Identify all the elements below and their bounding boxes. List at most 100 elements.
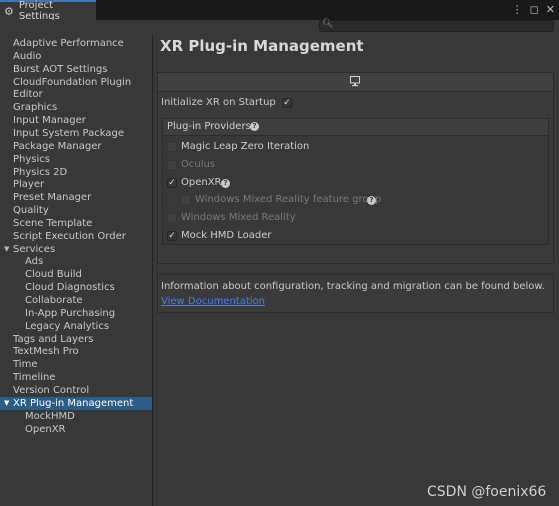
search-box[interactable]: 🔍︎ xyxy=(319,19,554,32)
sidebar-item-label: Script Execution Order xyxy=(13,230,126,242)
sidebar-item[interactable]: TextMesh Pro xyxy=(0,345,152,358)
provider-checkbox xyxy=(167,213,177,223)
sidebar-item[interactable]: Ads xyxy=(0,255,152,268)
provider-label: Mock HMD Loader xyxy=(181,230,272,241)
provider-checkbox[interactable] xyxy=(167,142,177,152)
sidebar-item-label: Physics xyxy=(13,153,50,165)
sidebar-item[interactable]: In-App Purchasing xyxy=(0,307,152,320)
sidebar-item[interactable]: Adaptive Performance xyxy=(0,37,152,50)
sidebar-item[interactable]: ▼ XR Plug-in Management xyxy=(0,396,152,410)
sidebar-item-label: MockHMD xyxy=(25,410,75,422)
plugin-providers-label: Plug-in Providers xyxy=(167,121,251,132)
gear-icon: ⚙ xyxy=(4,4,14,18)
sidebar-item[interactable]: Burst AOT Settings xyxy=(0,63,152,76)
sidebar-item-label: Collaborate xyxy=(25,295,83,306)
sidebar-item-label: Player xyxy=(13,179,45,191)
sidebar-item-label: Cloud Diagnostics xyxy=(25,282,115,294)
sidebar-item-label: Time xyxy=(13,359,38,371)
sidebar-item[interactable]: Editor xyxy=(0,88,152,101)
sidebar-item-label: Input System Package xyxy=(13,127,124,139)
provider-label: Oculus xyxy=(181,159,216,170)
provider-checkbox[interactable]: ✓ xyxy=(167,178,177,188)
sidebar-item-label: Tags and Layers xyxy=(13,333,94,345)
window-tab-bar: ⚙ Project Settings ⋮ ◻ ✕ xyxy=(0,0,559,22)
search-input[interactable] xyxy=(334,21,549,31)
close-icon[interactable]: ✕ xyxy=(546,3,555,16)
sidebar-item-label: Ads xyxy=(25,256,44,268)
sidebar-item-label: CloudFoundation Plugin xyxy=(13,76,132,88)
sidebar-item[interactable]: Timeline xyxy=(0,371,152,384)
provider-label: Windows Mixed Reality xyxy=(181,212,296,223)
provider-checkbox xyxy=(167,160,177,170)
sidebar-item-label: XR Plug-in Management xyxy=(13,397,134,409)
platform-tabs xyxy=(158,73,553,92)
sidebar-item[interactable]: Scene Template xyxy=(0,217,152,230)
sidebar-item-label: Preset Manager xyxy=(13,192,92,204)
sidebar-item[interactable]: Graphics xyxy=(0,101,152,114)
info-text: Information about configuration, trackin… xyxy=(161,281,545,292)
sidebar-item[interactable]: Physics xyxy=(0,153,152,166)
provider-checkbox xyxy=(181,195,191,205)
sidebar-item[interactable]: Version Control xyxy=(0,384,152,397)
sidebar-item-label: Graphics xyxy=(13,102,58,114)
kebab-menu-icon[interactable]: ⋮ xyxy=(512,3,523,16)
xr-settings-panel: Initialize XR on Startup ✓ Plug-in Provi… xyxy=(157,72,554,264)
settings-sidebar: Adaptive Performance Audio Burst AOT Setti… xyxy=(0,34,153,506)
provider-checkbox[interactable]: ✓ xyxy=(167,231,177,241)
sidebar-item-label: Audio xyxy=(13,50,42,62)
sidebar-item-label: Version Control xyxy=(13,384,90,396)
sidebar-item[interactable]: Tags and Layers xyxy=(0,333,152,346)
sidebar-item[interactable]: ▼ Services xyxy=(0,243,152,256)
sidebar-item[interactable]: Time xyxy=(0,358,152,371)
help-icon[interactable]: ? xyxy=(367,196,376,205)
info-panel: Information about configuration, trackin… xyxy=(157,274,554,313)
sidebar-item-label: Timeline xyxy=(13,372,56,384)
sidebar-item-label: Physics 2D xyxy=(13,166,68,178)
sidebar-item-label: Package Manager xyxy=(13,140,102,152)
watermark: CSDN @foenix66 xyxy=(427,484,547,500)
sidebar-item[interactable]: Script Execution Order xyxy=(0,230,152,243)
provider-label: OpenXR xyxy=(181,177,222,188)
sidebar-item[interactable]: Cloud Diagnostics xyxy=(0,281,152,294)
maximize-icon[interactable]: ◻ xyxy=(530,3,539,16)
sidebar-item[interactable]: Preset Manager xyxy=(0,191,152,204)
sidebar-item[interactable]: OpenXR xyxy=(0,423,152,436)
help-icon[interactable]: ? xyxy=(221,179,230,188)
sidebar-item[interactable]: Input System Package xyxy=(0,127,152,140)
page-title: XR Plug-in Management xyxy=(160,37,364,55)
provider-label: Windows Mixed Reality feature group xyxy=(195,194,382,205)
sidebar-item[interactable]: Collaborate xyxy=(0,294,152,307)
sidebar-item-label: Burst AOT Settings xyxy=(13,63,108,75)
sidebar-item[interactable]: Player xyxy=(0,178,152,191)
view-documentation-link[interactable]: View Documentation xyxy=(161,296,265,307)
help-icon[interactable]: ? xyxy=(250,122,259,131)
sidebar-item[interactable]: MockHMD xyxy=(0,410,152,423)
sidebar-item[interactable]: Cloud Build xyxy=(0,268,152,281)
sidebar-item-label: Input Manager xyxy=(13,115,86,127)
sidebar-item[interactable]: CloudFoundation Plugin xyxy=(0,76,152,89)
provider-label: Magic Leap Zero Iteration xyxy=(181,141,310,152)
sidebar-item-label: In-App Purchasing xyxy=(25,307,116,319)
sidebar-item-label: Services xyxy=(13,243,56,255)
sidebar-item-label: TextMesh Pro xyxy=(13,346,79,358)
desktop-monitor-icon[interactable] xyxy=(350,76,360,88)
sidebar-item-label: Adaptive Performance xyxy=(13,38,124,49)
sidebar-item-label: OpenXR xyxy=(25,423,66,435)
sidebar-item[interactable]: Quality xyxy=(0,204,152,217)
tab-title: Project Settings xyxy=(18,0,60,22)
expand-arrow-icon[interactable]: ▼ xyxy=(4,243,9,256)
sidebar-item[interactable]: Audio xyxy=(0,50,152,63)
sidebar-item[interactable]: Input Manager xyxy=(0,114,152,127)
sidebar-item-label: Editor xyxy=(13,89,43,101)
sidebar-item-label: Scene Template xyxy=(13,217,93,229)
initialize-xr-row: Initialize XR on Startup xyxy=(161,97,276,108)
sidebar-item[interactable]: Physics 2D xyxy=(0,166,152,179)
sidebar-item-label: Legacy Analytics xyxy=(25,320,110,332)
initialize-xr-label: Initialize XR on Startup xyxy=(161,97,276,108)
initialize-xr-checkbox[interactable]: ✓ xyxy=(282,98,292,108)
sidebar-item-label: Quality xyxy=(13,205,49,217)
tab-project-settings[interactable]: ⚙ Project Settings xyxy=(0,0,96,22)
sidebar-item[interactable]: Legacy Analytics xyxy=(0,320,152,333)
sidebar-item[interactable]: Package Manager xyxy=(0,140,152,153)
expand-arrow-icon[interactable]: ▼ xyxy=(4,397,9,410)
